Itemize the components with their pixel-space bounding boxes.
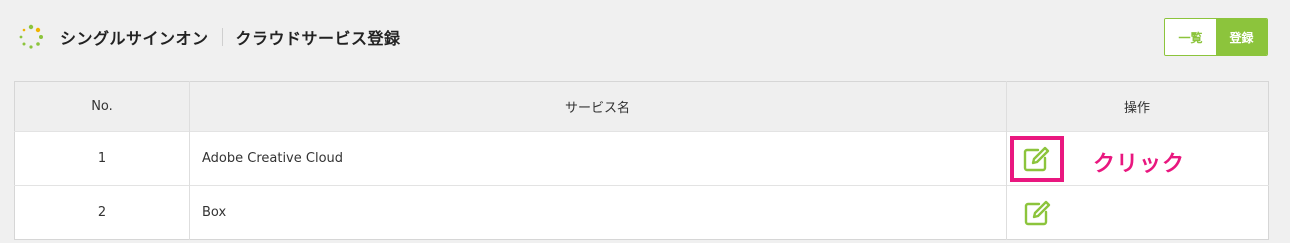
click-annotation: クリック <box>1093 152 1186 177</box>
row-number: 2 <box>14 185 190 240</box>
table-header-row: No. サービス名 操作 <box>14 81 1269 132</box>
title-separator <box>221 28 223 46</box>
service-name: Adobe Creative Cloud <box>189 131 1007 186</box>
table-row: 1 Adobe Creative Cloud クリック <box>14 131 1269 186</box>
column-header-operations: 操作 <box>1123 101 1150 116</box>
column-header-service-name: サービス名 <box>189 81 1007 132</box>
header: シングルサインオン クラウドサービス登録 一覧 登録 <box>18 18 1268 56</box>
operations-cell: クリック <box>1007 132 1269 186</box>
edit-pencil-icon[interactable] <box>1023 199 1053 227</box>
loading-dots-icon <box>19 24 43 49</box>
service-name: Box <box>189 185 1007 240</box>
operations-cell <box>1007 186 1269 240</box>
highlight-box <box>1010 135 1064 182</box>
list-button[interactable]: 一覧 <box>1165 19 1216 55</box>
view-toggle: 一覧 登録 <box>1164 18 1268 56</box>
register-button[interactable]: 登録 <box>1216 19 1267 55</box>
services-table: No. サービス名 操作 1 Adobe Creative Cloud クリック… <box>14 81 1269 240</box>
row-number: 1 <box>14 131 190 186</box>
app-title: シングルサインオン <box>60 29 209 48</box>
column-header-no: No. <box>14 81 190 132</box>
edit-pencil-icon[interactable] <box>1022 145 1052 173</box>
page-title: クラウドサービス登録 <box>235 29 401 48</box>
table-row: 2 Box <box>14 185 1269 240</box>
